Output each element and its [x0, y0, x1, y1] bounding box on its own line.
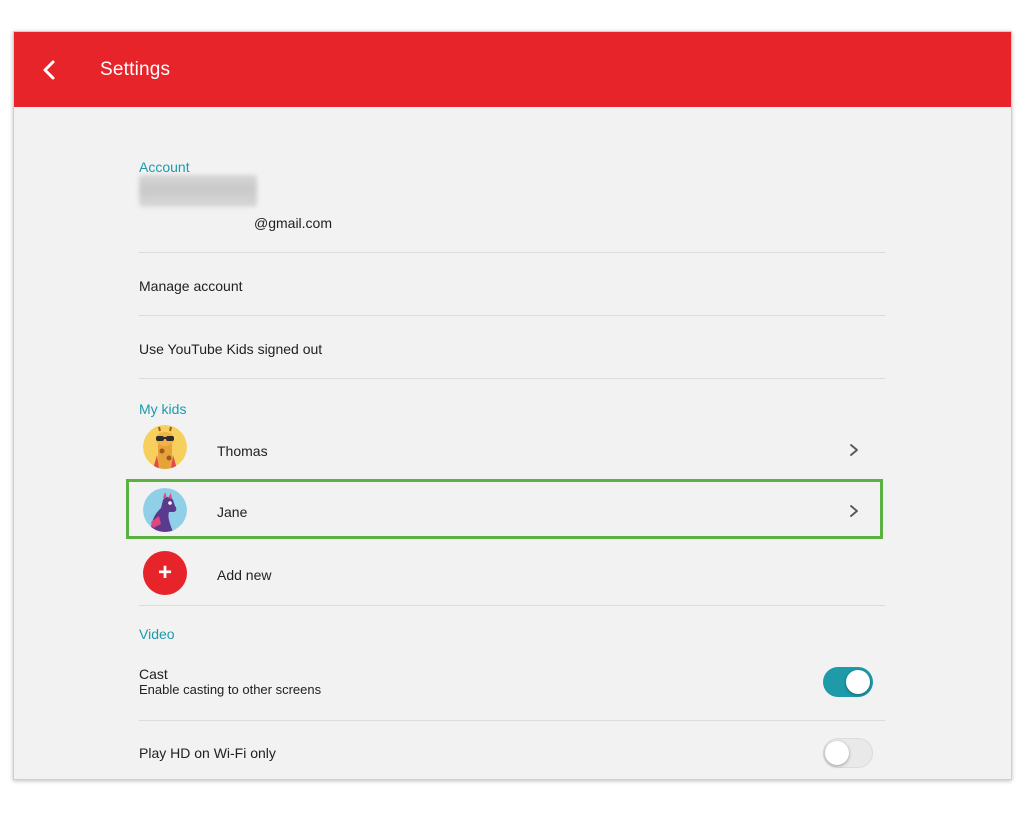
cast-subtitle: Enable casting to other screens	[139, 682, 322, 697]
kid-name: Jane	[217, 504, 248, 520]
settings-window: Settings Account @gmail.com Manage accou…	[13, 31, 1012, 780]
manage-account-row[interactable]: Manage account	[139, 253, 885, 316]
add-kid-row[interactable]: + Add new	[139, 543, 885, 606]
cast-title: Cast	[139, 666, 168, 682]
play-hd-row: Play HD on Wi-Fi only	[139, 721, 885, 779]
redacted-email-blur	[139, 175, 257, 207]
add-icon: +	[143, 551, 187, 595]
chevron-right-icon	[847, 504, 861, 518]
play-hd-label: Play HD on Wi-Fi only	[139, 745, 276, 761]
llama-avatar-icon	[143, 488, 187, 532]
cast-toggle[interactable]	[823, 667, 873, 697]
kid-row-jane[interactable]: Jane	[139, 480, 885, 540]
signed-out-label: Use YouTube Kids signed out	[139, 341, 323, 357]
signed-out-row[interactable]: Use YouTube Kids signed out	[139, 316, 885, 379]
section-header-my-kids: My kids	[139, 401, 187, 417]
toggle-thumb	[846, 670, 870, 694]
chevron-left-icon	[43, 60, 55, 80]
toggle-thumb	[825, 741, 849, 765]
section-header-video: Video	[139, 626, 175, 642]
cast-row: Cast Enable casting to other screens	[139, 645, 885, 721]
giraffe-avatar-icon	[143, 425, 187, 469]
manage-account-label: Manage account	[139, 278, 243, 294]
chevron-right-icon	[847, 443, 861, 457]
back-button[interactable]	[34, 54, 66, 86]
add-new-label: Add new	[217, 567, 272, 583]
email-suffix: @gmail.com	[254, 215, 333, 231]
account-email-row: @gmail.com	[139, 167, 885, 253]
kid-name: Thomas	[217, 443, 268, 459]
app-bar: Settings	[14, 32, 1011, 107]
play-hd-toggle[interactable]	[823, 738, 873, 768]
page-title: Settings	[100, 59, 171, 80]
kid-row-thomas[interactable]: Thomas	[139, 417, 885, 480]
